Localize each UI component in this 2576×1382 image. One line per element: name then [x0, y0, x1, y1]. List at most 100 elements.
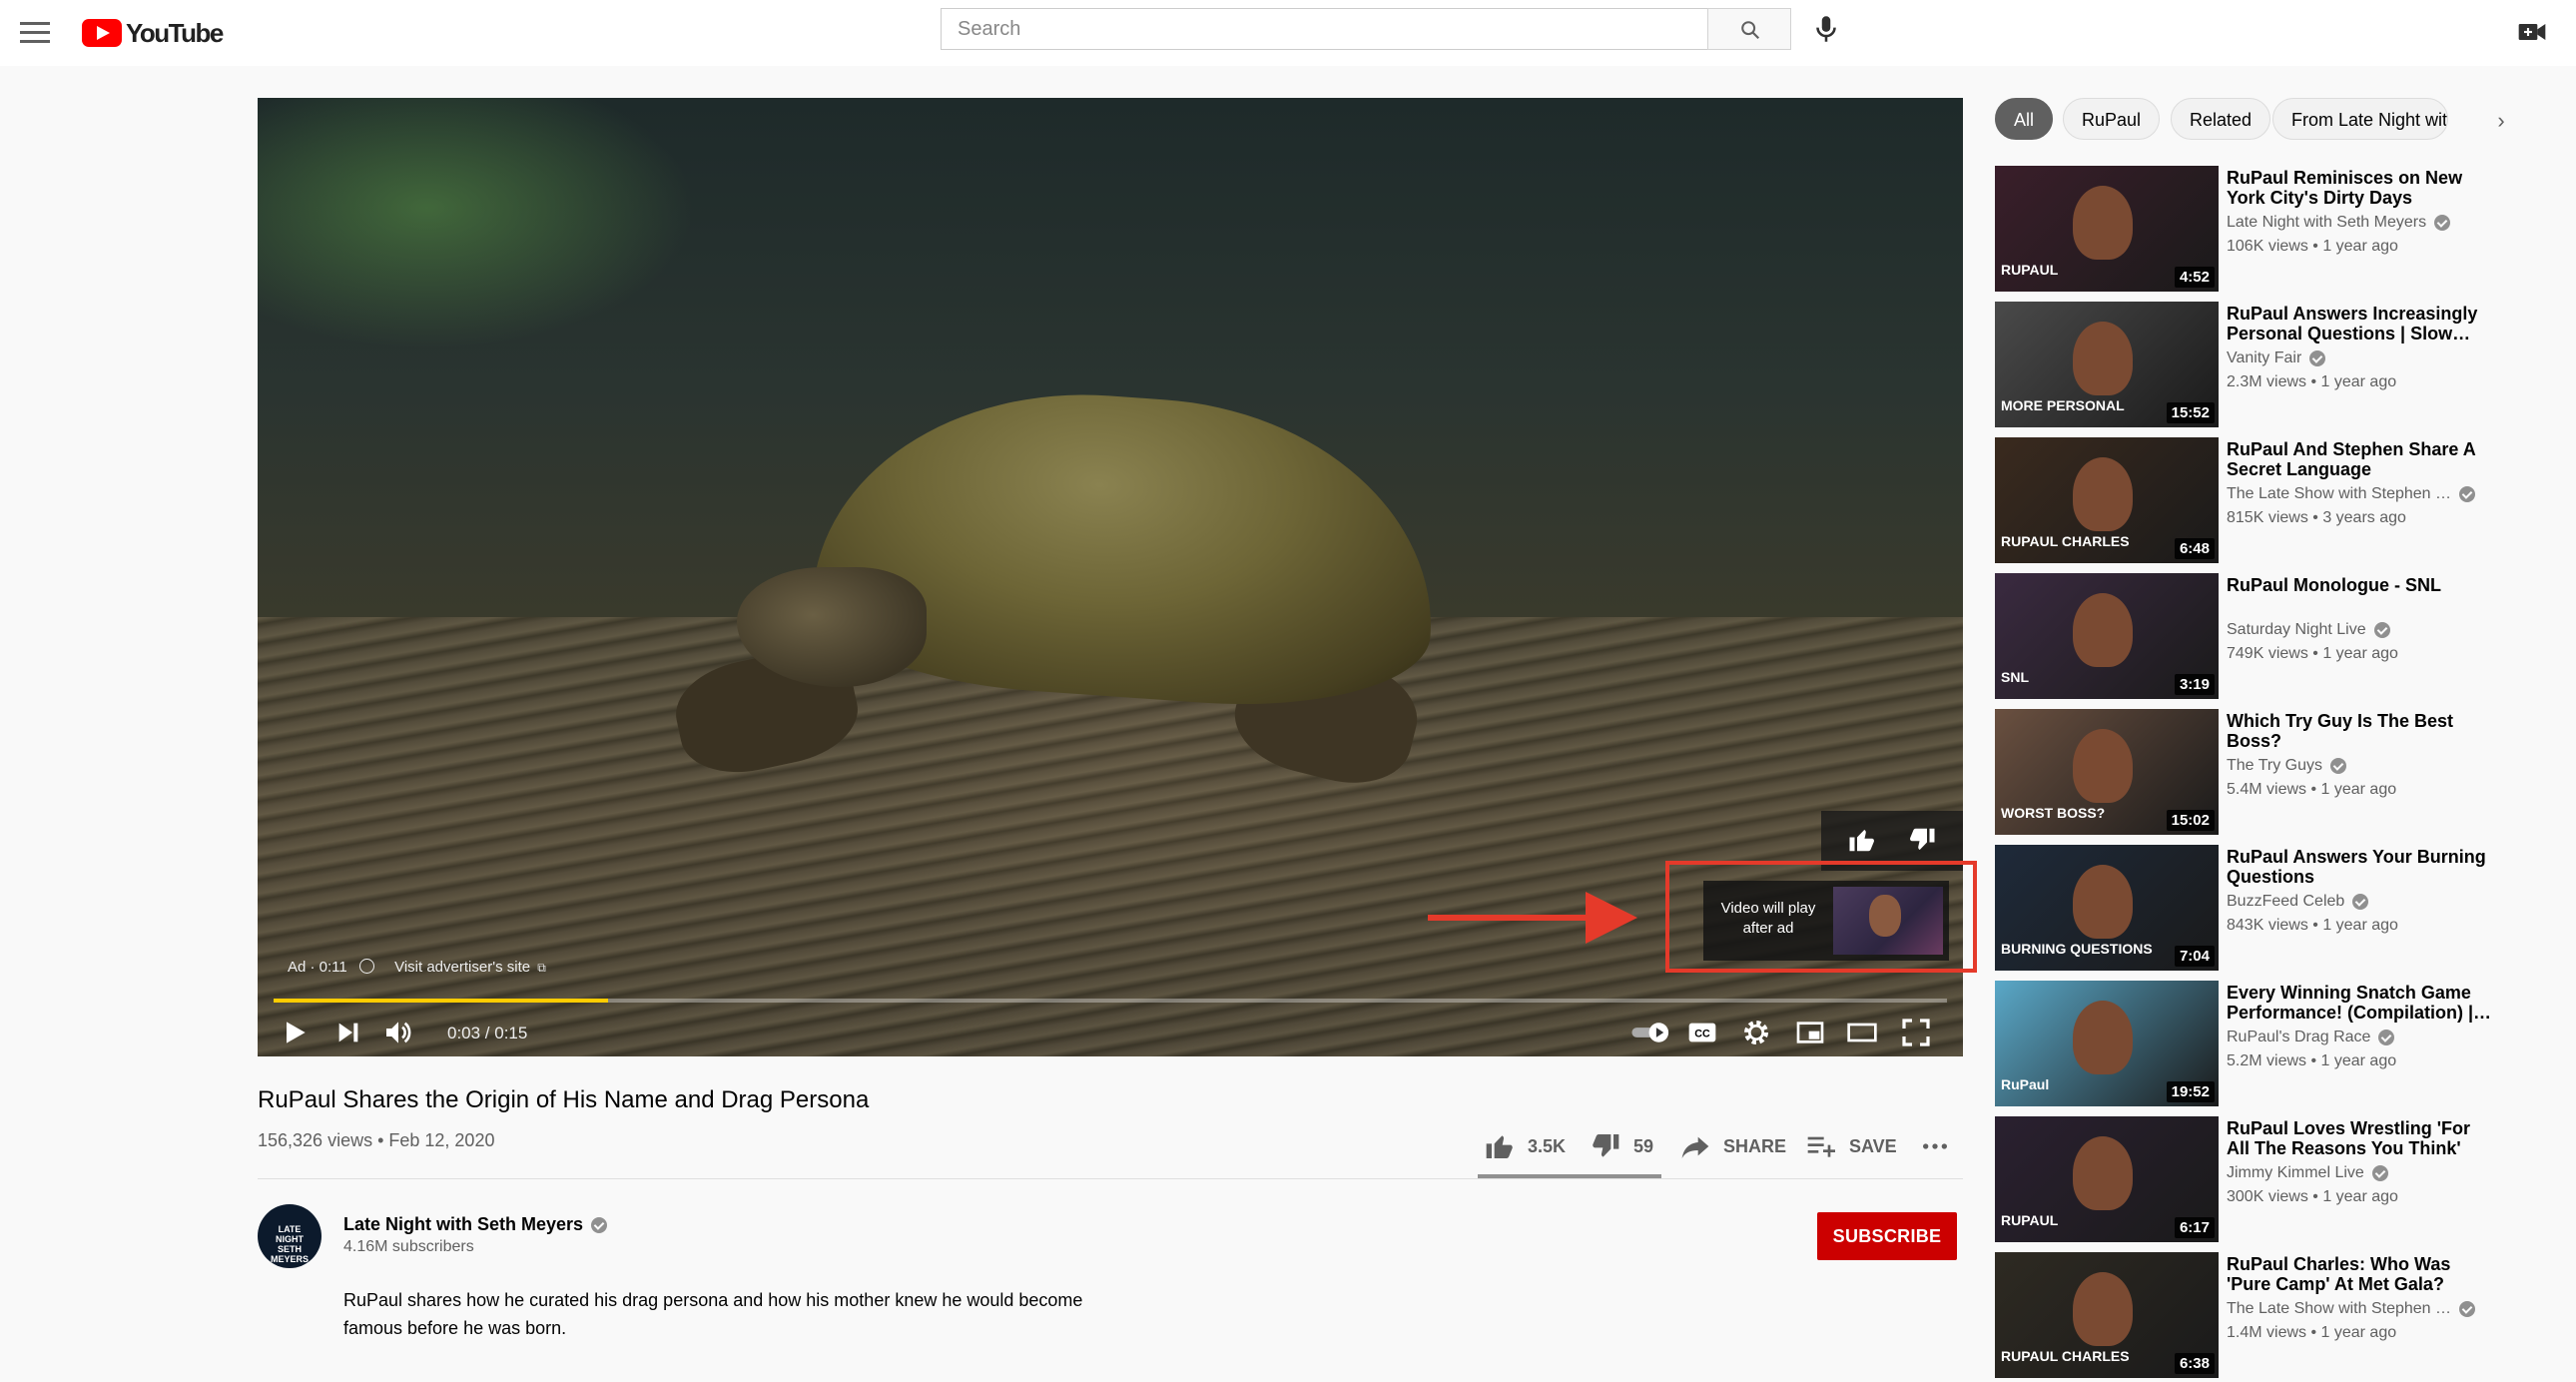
video-title[interactable]: RuPaul Answers Increasingly Personal Que… — [2227, 304, 2496, 344]
search-input[interactable] — [941, 8, 1707, 50]
verified-check-icon — [2309, 350, 2326, 366]
save-label: SAVE — [1849, 1135, 1897, 1156]
video-thumbnail[interactable]: RUPAUL CHARLES 6:38 — [1995, 1252, 2219, 1378]
recommended-video[interactable]: RuPaul 19:52 Every Winning Snatch Game Per… — [1995, 981, 2554, 1108]
thumbs-up-icon[interactable] — [1847, 825, 1877, 855]
like-count: 3.5K — [1528, 1135, 1567, 1156]
fullscreen-icon[interactable] — [1899, 1017, 1933, 1048]
video-thumbnail[interactable]: RUPAUL 4:52 — [1995, 166, 2219, 292]
channel-name-row: Late Night with Seth Meyers — [343, 1214, 608, 1235]
youtube-play-icon — [82, 19, 122, 47]
create-video-button[interactable] — [2516, 16, 2548, 48]
thumbnail-label: RUPAUL CHARLES — [2001, 533, 2130, 549]
recommended-video[interactable]: RUPAUL CHARLES 6:38 RuPaul Charles: Who Wa… — [1995, 1252, 2554, 1380]
youtube-logo[interactable]: YouTube — [82, 18, 224, 48]
thumbs-down-icon[interactable] — [1907, 825, 1937, 855]
channel-name[interactable]: The Try Guys — [2227, 757, 2322, 775]
video-duration: 3:19 — [2174, 674, 2215, 695]
ad-countdown: Ad · 0:11 — [288, 959, 347, 976]
video-title: RuPaul Shares the Origin of His Name and… — [258, 1086, 870, 1113]
recommended-video[interactable]: SNL 3:19 RuPaul Monologue - SNL Saturday Ni… — [1995, 573, 2554, 701]
more-horizontal-icon — [1923, 1143, 1947, 1149]
share-arrow-icon — [1681, 1136, 1709, 1158]
player-controls: 0:03 / 0:15 CC — [258, 1009, 1963, 1056]
ad-progress-bar[interactable] — [274, 999, 1947, 1003]
thumbs-down-icon — [1593, 1134, 1619, 1157]
recommended-video[interactable]: RUPAUL 4:52 RuPaul Reminisces on New York … — [1995, 166, 2554, 294]
video-title[interactable]: RuPaul Answers Your Burning Questions — [2227, 847, 2496, 887]
video-title[interactable]: RuPaul Charles: Who Was 'Pure Camp' At M… — [2227, 1254, 2496, 1294]
thumbnail-label: RUPAUL CHARLES — [2001, 1348, 2130, 1364]
advertiser-site-link[interactable]: Visit advertiser's site — [394, 959, 530, 976]
info-icon[interactable] — [358, 959, 374, 974]
play-icon[interactable] — [278, 1017, 312, 1048]
recommended-video[interactable]: RUPAUL CHARLES 6:48 RuPaul And Stephen Sha… — [1995, 437, 2554, 565]
settings-gear-icon[interactable] — [1739, 1017, 1773, 1048]
dislike-button[interactable]: 59 — [1590, 1126, 1653, 1166]
recommended-video[interactable]: RUPAUL 6:17 RuPaul Loves Wrestling 'For Al… — [1995, 1116, 2554, 1244]
recommended-video[interactable]: BURNING QUESTIONS 7:04 RuPaul Answers Your… — [1995, 845, 2554, 973]
channel-name[interactable]: Late Night with Seth Meyers — [343, 1214, 583, 1235]
thumbnail-label: SNL — [2001, 669, 2029, 685]
thumbnail-label: MORE PERSONAL — [2001, 397, 2125, 413]
next-icon[interactable] — [331, 1017, 365, 1048]
channel-name[interactable]: The Late Show with Stephen … — [2227, 485, 2451, 503]
video-title[interactable]: Which Try Guy Is The Best Boss? — [2227, 711, 2496, 751]
video-thumbnail[interactable]: RUPAUL CHARLES 6:48 — [1995, 437, 2219, 563]
video-title[interactable]: RuPaul Monologue - SNL — [2227, 575, 2496, 595]
save-button[interactable]: SAVE — [1805, 1126, 1897, 1166]
video-thumbnail[interactable]: MORE PERSONAL 15:52 — [1995, 302, 2219, 427]
chip-all[interactable]: All — [1995, 98, 2054, 140]
video-duration: 6:48 — [2174, 538, 2215, 559]
video-thumbnail[interactable]: WORST BOSS? 15:02 — [1995, 709, 2219, 835]
miniplayer-icon[interactable] — [1793, 1017, 1827, 1048]
ad-info: Ad · 0:11 Visit advertiser's site ⧉ — [288, 959, 546, 976]
video-thumbnail[interactable]: SNL 3:19 — [1995, 573, 2219, 699]
video-title[interactable]: Every Winning Snatch Game Performance! (… — [2227, 983, 2496, 1023]
recommended-video[interactable]: MORE PERSONAL 15:52 RuPaul Answers Increas… — [1995, 302, 2554, 429]
channel-avatar[interactable]: LATE NIGHT SETH MEYERS — [258, 1204, 322, 1268]
volume-icon[interactable] — [381, 1017, 415, 1048]
channel-name[interactable]: BuzzFeed Celeb — [2227, 893, 2344, 911]
captions-icon[interactable]: CC — [1685, 1017, 1719, 1048]
channel-name[interactable]: Vanity Fair — [2227, 349, 2301, 367]
annotation-highlight-box — [1665, 861, 1977, 973]
theater-mode-icon[interactable] — [1845, 1017, 1879, 1048]
thumbnail-label: RUPAUL — [2001, 262, 2059, 278]
annotation-arrow-head — [1586, 892, 1637, 944]
video-title[interactable]: RuPaul Reminisces on New York City's Dir… — [2227, 168, 2496, 208]
more-actions-button[interactable] — [1919, 1126, 1963, 1166]
channel-row: The Late Show with Stephen … — [2227, 1300, 2516, 1318]
video-camera-icon — [2518, 24, 2546, 40]
chip-from-late-night[interactable]: From Late Night wit — [2272, 98, 2448, 140]
share-button[interactable]: SHARE — [1679, 1126, 1786, 1166]
channel-name[interactable]: Jimmy Kimmel Live — [2227, 1164, 2364, 1182]
verified-check-icon — [2371, 1165, 2388, 1181]
chip-related[interactable]: Related — [2171, 98, 2271, 140]
video-thumbnail[interactable]: RuPaul 19:52 — [1995, 981, 2219, 1106]
chip-rupaul[interactable]: RuPaul — [2063, 98, 2161, 140]
video-title[interactable]: RuPaul And Stephen Share A Secret Langua… — [2227, 439, 2496, 479]
like-button[interactable]: 3.5K — [1484, 1126, 1566, 1166]
recommended-video[interactable]: WORST BOSS? 15:02 Which Try Guy Is The Bes… — [1995, 709, 2554, 837]
channel-name[interactable]: RuPaul's Drag Race — [2227, 1029, 2370, 1046]
annotation-arrow — [1428, 915, 1598, 921]
search-button[interactable] — [1707, 8, 1791, 50]
video-thumbnail[interactable]: RUPAUL 6:17 — [1995, 1116, 2219, 1242]
video-meta: 5.4M views • 1 year ago — [2227, 781, 2397, 798]
thumbnail-person — [2073, 322, 2133, 395]
channel-name[interactable]: Saturday Night Live — [2227, 621, 2366, 639]
video-title[interactable]: RuPaul Loves Wrestling 'For All The Reas… — [2227, 1118, 2496, 1158]
video-thumbnail[interactable]: BURNING QUESTIONS 7:04 — [1995, 845, 2219, 971]
chevron-right-icon[interactable]: › — [2486, 106, 2516, 136]
channel-name[interactable]: The Late Show with Stephen … — [2227, 1300, 2451, 1318]
channel-row: Vanity Fair — [2227, 349, 2516, 367]
subscribe-button[interactable]: SUBSCRIBE — [1817, 1212, 1957, 1260]
voice-search-button[interactable] — [1809, 12, 1843, 46]
search-icon — [1741, 21, 1760, 40]
channel-name[interactable]: Late Night with Seth Meyers — [2227, 214, 2426, 232]
autoplay-toggle-icon[interactable] — [1629, 1017, 1673, 1048]
verified-check-icon — [2459, 1301, 2476, 1317]
menu-icon[interactable] — [18, 16, 52, 50]
video-duration: 6:17 — [2174, 1217, 2215, 1238]
